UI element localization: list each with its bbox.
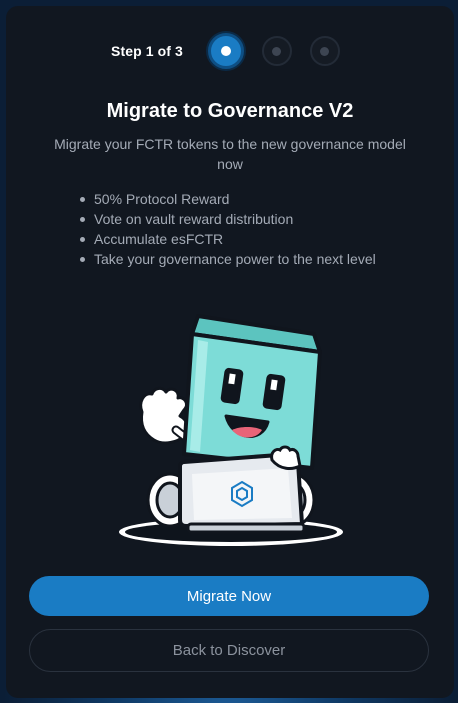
step-indicator-2 xyxy=(261,36,292,66)
step-indicator-3 xyxy=(309,36,340,66)
list-item: Accumulate esFCTR xyxy=(74,229,376,249)
benefits-list: 50% Protocol Reward Vote on vault reward… xyxy=(74,189,376,269)
modal-title: Migrate to Governance V2 xyxy=(106,100,354,122)
step-indicator-1 xyxy=(207,33,244,69)
modal-subtitle: Migrate your FCTR tokens to the new gove… xyxy=(54,136,406,172)
list-item: 50% Protocol Reward xyxy=(74,189,376,209)
list-item: Vote on vault reward distribution xyxy=(74,209,376,229)
back-to-discover-button[interactable]: Back to Discover xyxy=(29,629,429,672)
step-label: Step 1 of 3 xyxy=(111,43,183,59)
list-item: Take your governance power to the next l… xyxy=(74,249,376,269)
mascot-illustration xyxy=(119,314,343,546)
stepper: Step 1 of 3 xyxy=(6,33,454,69)
migrate-now-button[interactable]: Migrate Now xyxy=(29,576,429,616)
migration-modal: Step 1 of 3 Migrate to Governance V2 Mig… xyxy=(6,6,454,698)
